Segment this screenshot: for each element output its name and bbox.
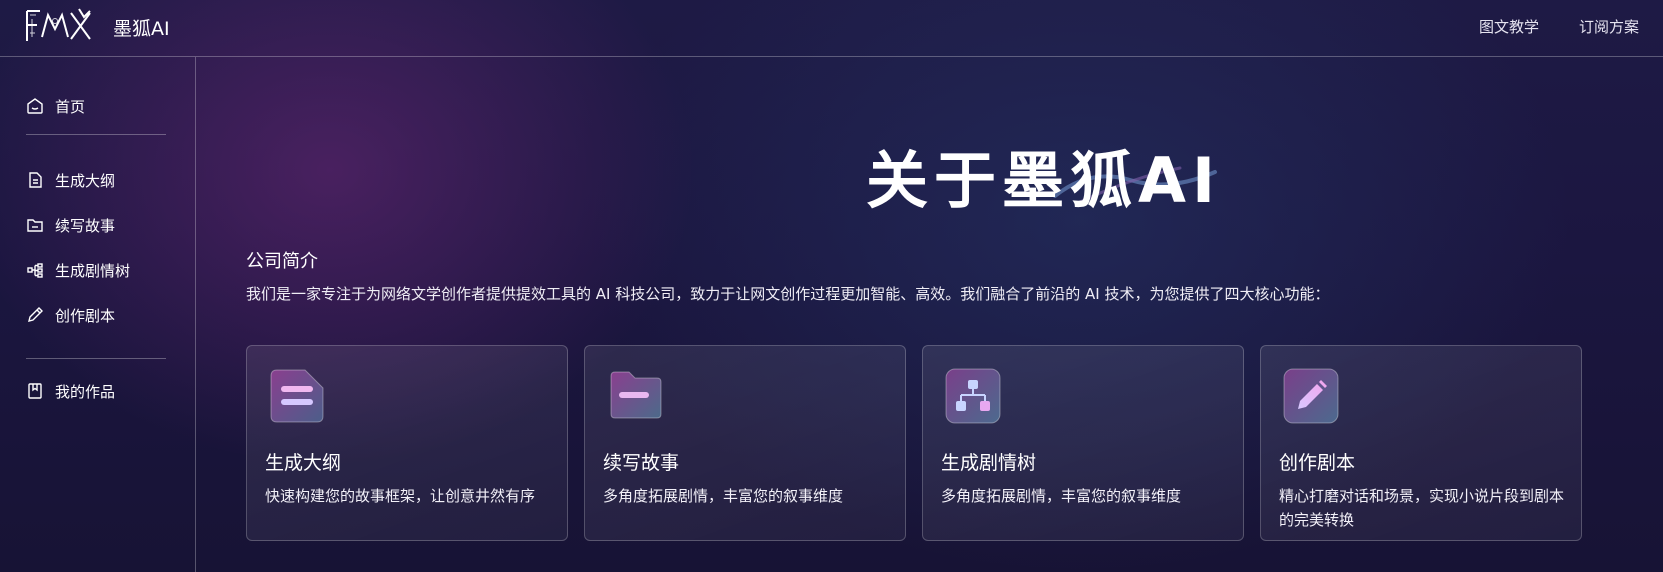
sidebar-divider <box>26 134 166 135</box>
bookmark-book-icon <box>28 383 42 399</box>
card-description: 精心打磨对话和场景，实现小说片段到剧本的完美转换 <box>1279 487 1565 529</box>
sidebar-item-label: 生成大纲 <box>55 171 116 190</box>
sidebar-item-continue-story[interactable]: 续写故事 <box>26 213 115 237</box>
top-nav: 图文教学 订阅方案 <box>1479 16 1639 37</box>
sidebar-item-outline[interactable]: 生成大纲 <box>26 168 115 192</box>
sidebar-item-label: 生成剧情树 <box>55 261 131 280</box>
section-title: 公司简介 <box>246 251 318 272</box>
fox-logo-icon[interactable] <box>24 7 100 45</box>
feature-card-script[interactable]: 创作剧本 精心打磨对话和场景，实现小说片段到剧本的完美转换 <box>1260 345 1582 541</box>
card-title: 续写故事 <box>603 452 680 474</box>
nav-subscription-link[interactable]: 订阅方案 <box>1579 16 1639 37</box>
sidebar-item-label: 我的作品 <box>55 382 116 401</box>
feature-card-continue-story[interactable]: 续写故事 多角度拓展剧情，丰富您的叙事维度 <box>584 345 906 541</box>
home-icon <box>27 98 43 114</box>
card-title: 创作剧本 <box>1279 452 1356 474</box>
sidebar: 首页 生成大纲 续写故事 生成剧情树 创作剧本 我的作品 <box>0 57 196 572</box>
card-description: 快速构建您的故事框架，让创意井然有序 <box>265 487 536 505</box>
sidebar-item-plot-tree[interactable]: 生成剧情树 <box>26 258 130 282</box>
sidebar-divider <box>26 358 166 359</box>
section-description: 我们是一家专注于为网络文学创作者提供提效工具的 AI 科技公司，致力于让网文创作… <box>246 285 1330 303</box>
pencil-icon <box>1283 368 1339 424</box>
nav-tutorial-link[interactable]: 图文教学 <box>1479 16 1539 37</box>
top-header: 墨狐AI 图文教学 订阅方案 <box>0 0 1663 57</box>
sidebar-item-my-works[interactable]: 我的作品 <box>26 379 115 403</box>
sidebar-item-label: 首页 <box>55 97 86 116</box>
folder-icon <box>27 219 43 232</box>
page-title: 关于墨狐AI <box>866 144 1222 217</box>
feature-card-plot-tree[interactable]: 生成剧情树 多角度拓展剧情，丰富您的叙事维度 <box>922 345 1244 541</box>
feature-card-outline[interactable]: 生成大纲 快速构建您的故事框架，让创意井然有序 <box>246 345 568 541</box>
folder-icon <box>610 371 662 419</box>
card-title: 生成剧情树 <box>941 452 1037 474</box>
tree-icon <box>27 263 43 278</box>
document-icon <box>29 172 42 188</box>
sidebar-item-home[interactable]: 首页 <box>26 94 85 118</box>
card-description: 多角度拓展剧情，丰富您的叙事维度 <box>941 487 1182 505</box>
tree-structure-icon <box>945 368 1001 424</box>
pencil-icon <box>28 307 43 322</box>
card-title: 生成大纲 <box>265 452 342 474</box>
card-description: 多角度拓展剧情，丰富您的叙事维度 <box>603 487 844 505</box>
sidebar-item-label: 续写故事 <box>55 216 116 235</box>
brand-name[interactable]: 墨狐AI <box>113 14 170 41</box>
sidebar-item-label: 创作剧本 <box>55 306 116 325</box>
sidebar-item-script[interactable]: 创作剧本 <box>26 303 115 327</box>
document-lines-icon <box>270 369 324 423</box>
